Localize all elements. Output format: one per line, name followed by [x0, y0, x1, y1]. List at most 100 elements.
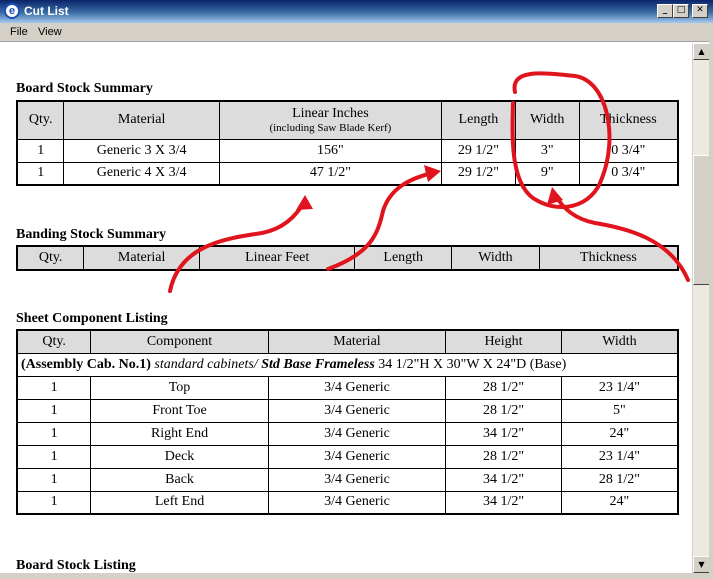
cell-material: 3/4 Generic [267, 398, 447, 423]
assembly-path: standard cabinets/ [154, 356, 258, 372]
report-content: Board Stock Summary Qty. Material Linear… [0, 43, 692, 573]
cell-width: 9" [514, 161, 580, 186]
header-qty: Qty. [16, 245, 85, 271]
banding-stock-summary-title: Banding Stock Summary [16, 227, 167, 242]
assembly-group-cell: (Assembly Cab. No.1) standard cabinets/ … [16, 352, 679, 377]
table-row: 1 Top 3/4 Generic 28 1/2" 23 1/4" [16, 375, 679, 400]
header-linear-inches-note: (including Saw Blade Kerf) [269, 122, 392, 135]
cell-height: 28 1/2" [445, 444, 562, 469]
table-row: 1 Left End 3/4 Generic 34 1/2" 24" [16, 490, 679, 515]
cell-component: Front Toe [90, 398, 269, 423]
close-button[interactable]: ✕ [692, 4, 708, 18]
table-row: 1 Back 3/4 Generic 34 1/2" 28 1/2" [16, 467, 679, 492]
header-qty: Qty. [16, 329, 92, 354]
window-frame-right [709, 23, 713, 579]
header-linear-inches-label: Linear Inches [292, 106, 369, 122]
title-bar: e Cut List _ □ ✕ [0, 0, 713, 23]
header-qty: Qty. [16, 100, 65, 140]
assembly-name: (Assembly Cab. No.1) [21, 356, 151, 372]
app-icon[interactable]: e [4, 3, 20, 19]
board-stock-summary-title: Board Stock Summary [16, 81, 153, 96]
maximize-button[interactable]: □ [673, 4, 689, 18]
sheet-component-listing-table: Qty. Component Material Height Width (As… [16, 329, 679, 515]
cell-width: 23 1/4" [560, 375, 679, 400]
cell-component: Left End [90, 490, 269, 515]
table-row: 1 Front Toe 3/4 Generic 28 1/2" 5" [16, 398, 679, 423]
table-row: 1 Right End 3/4 Generic 34 1/2" 24" [16, 421, 679, 446]
vertical-scrollbar[interactable]: ▲ ▼ [692, 43, 710, 573]
table-header-row: Qty. Material Linear Inches (including S… [16, 100, 679, 140]
header-material: Material [267, 329, 447, 354]
cell-width: 5" [560, 398, 679, 423]
table-header-row: Qty. Component Material Height Width [16, 329, 679, 354]
header-material: Material [63, 100, 220, 140]
cell-height: 28 1/2" [445, 398, 562, 423]
cell-height: 28 1/2" [445, 375, 562, 400]
header-linear-feet: Linear Feet [198, 245, 356, 271]
cell-qty: 1 [16, 467, 92, 492]
cell-component: Deck [90, 444, 269, 469]
cell-component: Back [90, 467, 269, 492]
header-thickness: Thickness [538, 245, 679, 271]
menu-file[interactable]: File [10, 26, 28, 38]
cell-component: Right End [90, 421, 269, 446]
menu-bar: File View [0, 23, 713, 42]
cell-width: 23 1/4" [560, 444, 679, 469]
header-length: Length [440, 100, 516, 140]
cell-material: Generic 3 X 3/4 [63, 138, 220, 163]
scroll-up-icon[interactable]: ▲ [693, 43, 710, 60]
cell-material: 3/4 Generic [267, 467, 447, 492]
cell-width: 3" [514, 138, 580, 163]
cell-material: Generic 4 X 3/4 [63, 161, 220, 186]
cell-qty: 1 [16, 375, 92, 400]
cell-material: 3/4 Generic [267, 490, 447, 515]
cell-material: 3/4 Generic [267, 444, 447, 469]
cell-component: Top [90, 375, 269, 400]
cell-thickness: 0 3/4" [578, 161, 679, 186]
cell-qty: 1 [16, 138, 65, 163]
cell-qty: 1 [16, 444, 92, 469]
cell-width: 28 1/2" [560, 467, 679, 492]
table-row: 1 Generic 4 X 3/4 47 1/2" 29 1/2" 9" 0 3… [16, 161, 679, 186]
header-component: Component [90, 329, 269, 354]
cell-height: 34 1/2" [445, 490, 562, 515]
assembly-dimensions: 34 1/2"H X 30"W X 24"D (Base) [378, 356, 567, 372]
assembly-style: Std Base Frameless [261, 356, 375, 372]
table-row: 1 Generic 3 X 3/4 156" 29 1/2" 3" 0 3/4" [16, 138, 679, 163]
header-thickness: Thickness [578, 100, 679, 140]
assembly-group-row: (Assembly Cab. No.1) standard cabinets/ … [16, 352, 679, 377]
minimize-button[interactable]: _ [657, 4, 673, 18]
cell-height: 34 1/2" [445, 421, 562, 446]
cell-length: 29 1/2" [440, 161, 516, 186]
cell-thickness: 0 3/4" [578, 138, 679, 163]
window-title: Cut List [24, 4, 69, 18]
cell-qty: 1 [16, 398, 92, 423]
sheet-component-listing-title: Sheet Component Listing [16, 311, 168, 326]
annotation-arrowhead-left [296, 195, 313, 210]
cell-qty: 1 [16, 161, 65, 186]
cell-height: 34 1/2" [445, 467, 562, 492]
banding-stock-summary-table: Qty. Material Linear Feet Length Width T… [16, 245, 679, 271]
header-height: Height [445, 329, 562, 354]
header-width: Width [451, 245, 540, 271]
window-frame-bottom [0, 573, 713, 579]
header-width: Width [560, 329, 679, 354]
header-linear-inches: Linear Inches (including Saw Blade Kerf) [218, 100, 442, 140]
cell-width: 24" [560, 490, 679, 515]
board-stock-summary-table: Qty. Material Linear Inches (including S… [16, 100, 679, 186]
cell-length: 29 1/2" [440, 138, 516, 163]
scroll-thumb[interactable] [693, 155, 710, 285]
cell-linear-inches: 47 1/2" [218, 161, 442, 186]
scroll-down-icon[interactable]: ▼ [693, 556, 710, 573]
cell-linear-inches: 156" [218, 138, 442, 163]
header-material: Material [83, 245, 200, 271]
cell-qty: 1 [16, 421, 92, 446]
cell-qty: 1 [16, 490, 92, 515]
header-length: Length [354, 245, 453, 271]
table-header-row: Qty. Material Linear Feet Length Width T… [16, 245, 679, 271]
cell-width: 24" [560, 421, 679, 446]
menu-view[interactable]: View [38, 26, 62, 38]
header-width: Width [514, 100, 580, 140]
cell-material: 3/4 Generic [267, 421, 447, 446]
cell-material: 3/4 Generic [267, 375, 447, 400]
